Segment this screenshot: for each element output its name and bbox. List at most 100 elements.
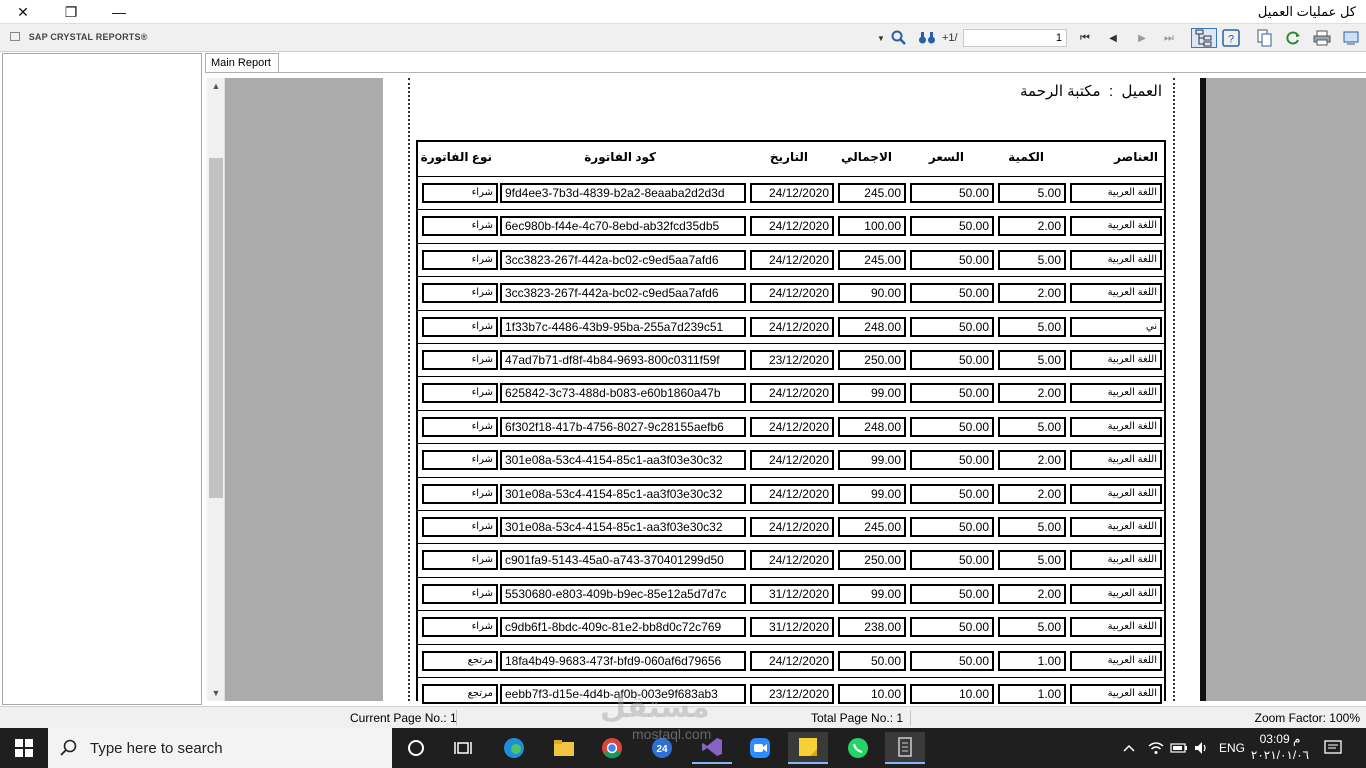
cell-item: اللغة العربية bbox=[1070, 583, 1162, 604]
invoice-code-text: 1f33b7c-4486-43b9-95ba-255a7d239c51 bbox=[505, 319, 724, 334]
cell-qty: 2.00 bbox=[998, 450, 1066, 471]
previous-page-icon[interactable]: ◀ bbox=[1105, 28, 1121, 48]
edge-icon[interactable] bbox=[494, 732, 534, 764]
battery-icon[interactable] bbox=[1170, 728, 1188, 768]
tab-divider bbox=[205, 72, 1366, 73]
cell-price: 50.00 bbox=[910, 183, 994, 203]
cell-invoice-code: 5530680-e803-409b-b9ec-85e12a5d7d7c bbox=[500, 583, 746, 604]
group-tree-icon[interactable] bbox=[1191, 28, 1217, 48]
cell-total: 245.00 bbox=[838, 249, 906, 270]
table-row: ني 5.00 50.00 248.00 24/12/2020 1f33b7c-4486-… bbox=[418, 309, 1164, 343]
cell-qty: 5.00 bbox=[998, 316, 1066, 337]
whatsapp-icon[interactable] bbox=[838, 732, 878, 764]
first-page-icon[interactable]: ⏮ bbox=[1077, 28, 1093, 48]
taskbar-search-input[interactable]: Type here to search bbox=[48, 728, 392, 768]
taskbar-clock[interactable]: 03:09 م ٢٠٢١/٠١/٠٦ bbox=[1250, 731, 1310, 763]
close-icon[interactable]: ✕ bbox=[0, 0, 46, 24]
invoice-code-text: c901fa9-5143-45a0-a743-370401299d50 bbox=[505, 553, 724, 568]
page-nav-label: +1/ bbox=[942, 32, 958, 44]
cell-invoice-code: 18fa4b49-9683-473f-bfd9-060af6d79656 bbox=[500, 650, 746, 671]
cell-invoice-type: شراء bbox=[422, 517, 498, 537]
cell-item: اللغة العربية bbox=[1070, 249, 1162, 270]
table-row: اللغة العربية 2.00 50.00 100.00 24/12/2020 6e… bbox=[418, 209, 1164, 242]
minimize-icon[interactable]: — bbox=[96, 0, 142, 24]
find-icon[interactable] bbox=[916, 28, 938, 48]
notifications-icon[interactable] bbox=[1324, 728, 1342, 768]
volume-icon[interactable] bbox=[1194, 728, 1210, 768]
toggle-tree-icon[interactable] bbox=[10, 32, 20, 41]
invoice-code-text: 6f302f18-417b-4756-8027-9c28155aefb6 bbox=[505, 419, 724, 434]
cell-item: اللغة العربية bbox=[1070, 350, 1162, 370]
cell-price: 10.00 bbox=[910, 684, 994, 704]
cell-price: 50.00 bbox=[910, 450, 994, 471]
header-qty: الكمية bbox=[1008, 150, 1044, 164]
header-price: السعر bbox=[928, 150, 964, 164]
cell-item: اللغة العربية bbox=[1070, 684, 1162, 704]
invoice-code-text: 47ad7b71-df8f-4b84-9693-800c0311f59f bbox=[505, 353, 720, 367]
cell-date: 24/12/2020 bbox=[750, 650, 834, 671]
invoice-code-text: 5530680-e803-409b-b9ec-85e12a5d7d7c bbox=[505, 586, 727, 601]
cell-price: 50.00 bbox=[910, 517, 994, 537]
next-page-icon[interactable]: ▶ bbox=[1134, 28, 1150, 48]
cell-invoice-type: شراء bbox=[422, 416, 498, 437]
cell-price: 50.00 bbox=[910, 383, 994, 404]
cell-invoice-type: شراء bbox=[422, 550, 498, 571]
cell-date: 31/12/2020 bbox=[750, 617, 834, 638]
goto-page-input[interactable]: 1 bbox=[963, 29, 1067, 47]
language-indicator[interactable]: ENG bbox=[1219, 728, 1245, 768]
copy-icon[interactable] bbox=[1340, 28, 1362, 48]
cell-total: 99.00 bbox=[838, 450, 906, 471]
cell-price: 50.00 bbox=[910, 249, 994, 270]
cortana-icon[interactable] bbox=[396, 732, 436, 764]
table-row: اللغة العربية 5.00 50.00 245.00 24/12/2020 3c… bbox=[418, 242, 1164, 276]
cell-item: اللغة العربية bbox=[1070, 416, 1162, 437]
invoice-code-text: 18fa4b49-9683-473f-bfd9-060af6d79656 bbox=[505, 653, 722, 668]
viewer-scrollbar[interactable]: ▲ ▼ bbox=[207, 78, 225, 701]
group-tree-panel[interactable] bbox=[2, 53, 202, 705]
cell-invoice-code: 3cc3823-267f-442a-bc02-c9ed5aa7afd6 bbox=[500, 283, 746, 304]
zoom-icon[interactable] bbox=[889, 28, 909, 48]
cell-date: 23/12/2020 bbox=[750, 350, 834, 370]
task-view-icon[interactable] bbox=[443, 732, 483, 764]
chrome-icon[interactable] bbox=[592, 732, 632, 764]
file-explorer-icon[interactable] bbox=[544, 732, 584, 764]
last-page-icon[interactable]: ⏭ bbox=[1161, 28, 1177, 48]
cell-invoice-type: شراء bbox=[422, 249, 498, 270]
zoom-status: Zoom Factor: 100% bbox=[1254, 711, 1360, 725]
cell-invoice-code: 301e08a-53c4-4154-85c1-aa3f03e30c32 bbox=[500, 517, 746, 537]
page-margin-right bbox=[1173, 78, 1175, 701]
zoom-dropdown-arrow-icon[interactable]: ▼ bbox=[876, 28, 886, 48]
windows-start-icon[interactable] bbox=[0, 728, 48, 768]
invoice-table: العناصر الكمية السعر الاجمالي التاريخ كو… bbox=[416, 140, 1166, 704]
tab-main-report[interactable]: Main Report bbox=[205, 53, 279, 73]
invoice-code-text: 301e08a-53c4-4154-85c1-aa3f03e30c32 bbox=[505, 486, 723, 501]
wifi-icon[interactable] bbox=[1148, 728, 1164, 768]
cell-qty: 5.00 bbox=[998, 517, 1066, 537]
scrollbar-thumb[interactable] bbox=[209, 158, 223, 498]
cell-date: 23/12/2020 bbox=[750, 684, 834, 704]
cell-total: 248.00 bbox=[838, 316, 906, 337]
scroll-down-icon[interactable]: ▼ bbox=[207, 685, 225, 701]
cell-date: 31/12/2020 bbox=[750, 583, 834, 604]
cell-item: اللغة العربية bbox=[1070, 383, 1162, 404]
invoice-code-text: 9fd4ee3-7b3d-4839-b2a2-8eaaba2d2d3d bbox=[505, 186, 725, 200]
cell-invoice-type: شراء bbox=[422, 483, 498, 504]
export-icon[interactable] bbox=[1255, 28, 1275, 48]
help-icon[interactable]: ? bbox=[1220, 28, 1242, 48]
zoom-app-icon[interactable] bbox=[740, 732, 780, 764]
cell-item: اللغة العربية bbox=[1070, 450, 1162, 471]
header-type: نوع الفاتورة bbox=[420, 150, 492, 164]
cell-invoice-code: 301e08a-53c4-4154-85c1-aa3f03e30c32 bbox=[500, 450, 746, 471]
restore-icon[interactable]: ❐ bbox=[48, 0, 94, 24]
sticky-notes-icon[interactable] bbox=[788, 732, 828, 764]
cell-invoice-code: c901fa9-5143-45a0-a743-370401299d50 bbox=[500, 550, 746, 571]
scroll-up-icon[interactable]: ▲ bbox=[207, 78, 225, 94]
watermark-logo: مستقل bbox=[600, 691, 710, 724]
cell-invoice-type: مرتجع bbox=[422, 684, 498, 704]
print-icon[interactable] bbox=[1311, 28, 1333, 48]
report-app-icon[interactable] bbox=[885, 732, 925, 764]
tray-chevron-icon[interactable] bbox=[1122, 728, 1136, 768]
cell-qty: 2.00 bbox=[998, 583, 1066, 604]
refresh-icon[interactable] bbox=[1283, 28, 1303, 48]
cell-total: 250.00 bbox=[838, 350, 906, 370]
